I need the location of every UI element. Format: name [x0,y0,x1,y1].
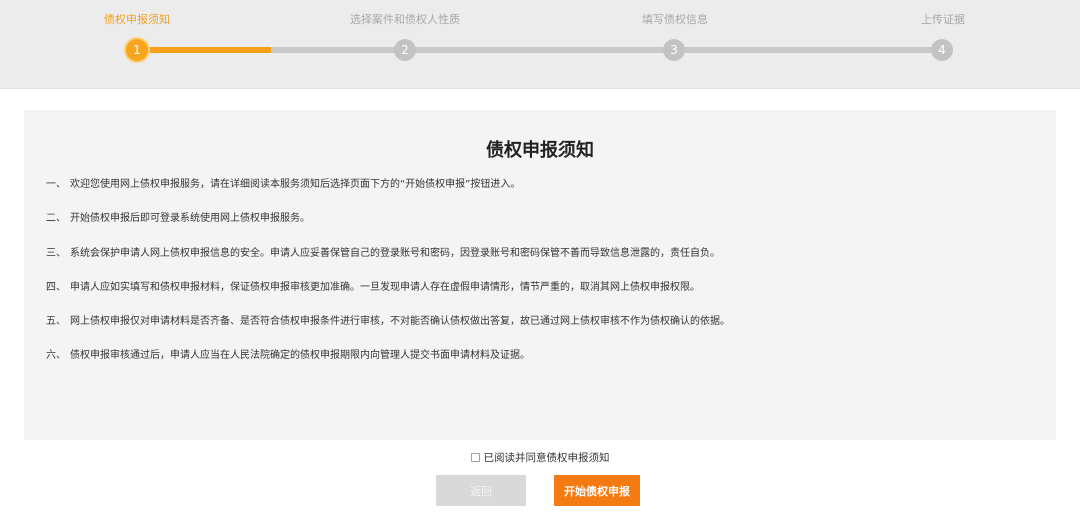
notice-item: 二、 开始债权申报后即可登录系统使用网上债权申报服务。 [46,212,1046,246]
progress-track-done [137,47,271,53]
notice-title: 债权申报须知 [486,140,594,161]
progress-stepper: 债权申报须知 选择案件和债权人性质 填写债权信息 上传证据 1 2 3 4 [0,0,1080,89]
step-4-circle: 4 [931,39,953,61]
notice-list: 一、 欢迎您使用网上债权申报服务，请在详细阅读本服务须知后选择页面下方的“开始债… [46,178,1046,384]
notice-item: 六、 债权申报审核通过后，申请人应当在人民法院确定的债权申报期限内向管理人提交书… [46,349,1046,383]
notice-item-text: 申请人应如实填写和债权申报材料，保证债权申报审核更加准确。一旦发现申请人存在虚假… [70,281,700,293]
step-2-circle: 2 [394,39,416,61]
step-3-label: 填写债权信息 [642,13,708,26]
notice-item-number: 二、 [46,213,66,225]
agree-row[interactable]: 已阅读并同意债权申报须知 [0,450,1080,465]
step-2-label: 选择案件和债权人性质 [350,13,460,26]
back-button[interactable]: 返回 [436,475,526,506]
step-4-label: 上传证据 [921,13,965,26]
start-claim-button[interactable]: 开始债权申报 [554,475,640,506]
notice-item: 四、 申请人应如实填写和债权申报材料，保证债权申报审核更加准确。一旦发现申请人存… [46,281,1046,315]
notice-item-text: 欢迎您使用网上债权申报服务，请在详细阅读本服务须知后选择页面下方的“开始债权申报… [70,179,521,190]
step-1-label: 债权申报须知 [104,13,170,26]
notice-item-number: 三、 [46,247,66,259]
step-3-circle: 3 [663,39,685,61]
notice-item-text: 系统会保护申请人网上债权申报信息的安全。申请人应妥善保管自己的登录账号和密码，因… [70,247,720,259]
agree-checkbox[interactable] [470,453,480,462]
notice-item-number: 五、 [46,316,66,328]
notice-item: 一、 欢迎您使用网上债权申报服务，请在详细阅读本服务须知后选择页面下方的“开始债… [46,178,1046,212]
notice-item-text: 债权申报审核通过后，申请人应当在人民法院确定的债权申报期限内向管理人提交书面申请… [70,350,530,362]
notice-item: 五、 网上债权申报仅对申请材料是否齐备、是否符合债权申报条件进行审核，不对能否确… [46,315,1046,349]
notice-item-number: 四、 [46,281,66,293]
notice-item-text: 开始债权申报后即可登录系统使用网上债权申报服务。 [70,213,310,225]
progress-track-remaining [271,47,942,53]
notice-panel: 债权申报须知 一、 欢迎您使用网上债权申报服务，请在详细阅读本服务须知后选择页面… [24,110,1056,440]
step-1-circle: 1 [126,39,148,61]
notice-item-number: 六、 [46,350,66,362]
notice-item-number: 一、 [46,179,66,190]
notice-item: 三、 系统会保护申请人网上债权申报信息的安全。申请人应妥善保管自己的登录账号和密… [46,247,1046,281]
agree-label: 已阅读并同意债权申报须知 [483,452,610,464]
notice-item-text: 网上债权申报仅对申请材料是否齐备、是否符合债权申报条件进行审核，不对能否确认债权… [70,316,730,328]
